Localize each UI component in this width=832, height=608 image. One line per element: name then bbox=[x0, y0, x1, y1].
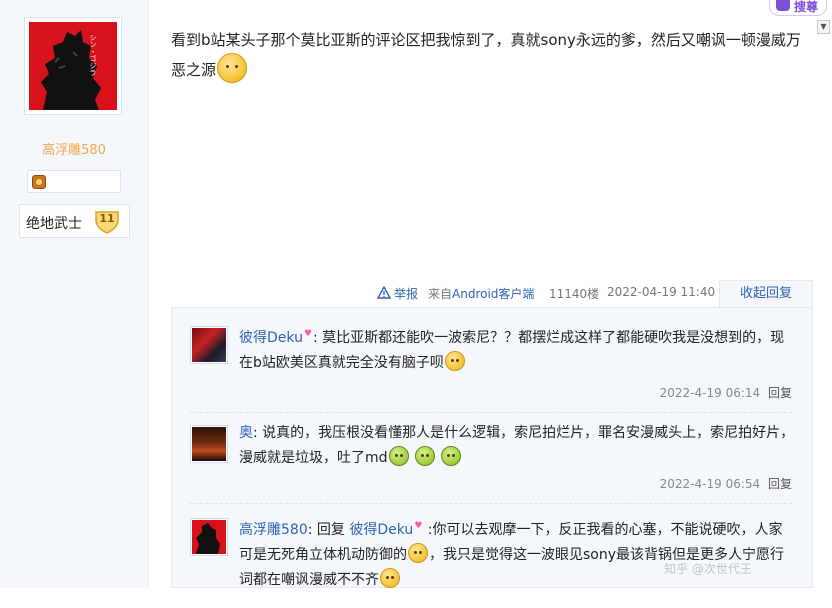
avatar-image: シン・ゴジラ bbox=[29, 22, 117, 110]
grin-emoji-icon bbox=[408, 543, 428, 563]
avatar-image bbox=[192, 427, 226, 461]
reply-avatar[interactable] bbox=[190, 326, 228, 364]
author-badge-strip bbox=[27, 170, 121, 193]
reply-username[interactable]: 奥 bbox=[239, 425, 253, 441]
level-number: 11 bbox=[99, 212, 115, 225]
reply-meta: 2022-4-19 06:54 回复 bbox=[660, 475, 792, 492]
reply-content: 高浮雕580: 回复 彼得Deku♥ :你可以去观摩一下，反正我看的心塞，不能说… bbox=[239, 514, 795, 593]
avatar-image bbox=[192, 520, 226, 554]
level-badge-icon: 11 bbox=[94, 208, 122, 234]
author-sidebar: シン・ゴジラ 高浮雕580 绝地武士 11 bbox=[0, 0, 149, 588]
heart-icon: ♥ bbox=[414, 521, 423, 531]
reply-username[interactable]: 高浮雕580 bbox=[239, 522, 308, 538]
level-title: 绝地武士 bbox=[26, 216, 82, 232]
nausea-emoji-icon bbox=[441, 446, 462, 466]
reply-time: 2022-4-19 06:14 bbox=[659, 386, 761, 400]
report-link[interactable]: 举报 bbox=[394, 285, 418, 302]
reply-to-username[interactable]: 彼得Deku bbox=[349, 522, 413, 538]
reply-content: 彼得Deku♥: 莫比亚斯都还能吹一波索尼？？都摆烂成这样了都能硬吹我是没想到的… bbox=[239, 322, 795, 376]
author-username[interactable]: 高浮雕580 bbox=[0, 139, 148, 158]
reply-to-prefix: 回复 bbox=[316, 522, 345, 538]
nausea-emoji-icon bbox=[388, 446, 409, 466]
scroll-down-arrow[interactable]: ▼ bbox=[817, 20, 830, 34]
reply-avatar[interactable] bbox=[190, 518, 228, 556]
sogou-label: 搜尊 bbox=[794, 0, 819, 14]
smirk-emoji-icon bbox=[444, 351, 465, 371]
medal-icon[interactable] bbox=[32, 175, 46, 189]
reply-username[interactable]: 彼得Deku bbox=[239, 330, 303, 346]
warning-icon[interactable] bbox=[377, 286, 391, 299]
author-level[interactable]: 绝地武士 11 bbox=[19, 204, 130, 238]
reply-text: 说真的，我压根没看懂那人是什么逻辑，索尼拍烂片，罪名安漫威头上，索尼拍好片，漫威… bbox=[239, 425, 795, 466]
nausea-emoji-icon bbox=[414, 446, 435, 466]
svg-text:シン・ゴジラ: シン・ゴジラ bbox=[89, 34, 97, 76]
blush-emoji-icon bbox=[217, 53, 248, 83]
reply-meta: 2022-4-19 06:14 回复 bbox=[660, 384, 792, 401]
post-source: 来自Android客户端 bbox=[428, 285, 534, 302]
collapse-replies-button[interactable]: 收起回复 bbox=[719, 280, 813, 308]
android-client-link[interactable]: Android客户端 bbox=[452, 287, 534, 301]
sogou-search-widget[interactable]: 搜尊 bbox=[769, 0, 827, 16]
reply-time: 2022-4-19 06:54 bbox=[659, 477, 761, 491]
sweat-emoji-icon bbox=[380, 568, 400, 588]
post-content: 看到b站某头子那个莫比亚斯的评论区把我惊到了，真就sony永远的爹，然后又嘲讽一… bbox=[171, 27, 811, 83]
heart-icon: ♥ bbox=[303, 329, 313, 339]
reply-text: 莫比亚斯都还能吹一波索尼？？都摆烂成这样了都能硬吹我是没想到的，现在b站欧美区真… bbox=[239, 330, 785, 371]
author-avatar[interactable]: シン・ゴジラ bbox=[24, 17, 122, 115]
list-item: 彼得Deku♥: 莫比亚斯都还能吹一波索尼？？都摆烂成这样了都能硬吹我是没想到的… bbox=[190, 326, 792, 413]
reply-list: 彼得Deku♥: 莫比亚斯都还能吹一波索尼？？都摆烂成这样了都能硬吹我是没想到的… bbox=[171, 307, 813, 588]
reply-avatar[interactable] bbox=[190, 425, 228, 463]
post-time: 2022-04-19 11:40 bbox=[607, 285, 716, 299]
reply-content: 奥: 说真的，我压根没看懂那人是什么逻辑，索尼拍烂片，罪名安漫威头上，索尼拍好片… bbox=[239, 425, 795, 466]
reply-button[interactable]: 回复 bbox=[768, 477, 792, 491]
reply-button[interactable]: 回复 bbox=[768, 386, 792, 400]
list-item: 奥: 说真的，我压根没看懂那人是什么逻辑，索尼拍烂片，罪名安漫威头上，索尼拍好片… bbox=[190, 425, 794, 504]
post-text: 看到b站某头子那个莫比亚斯的评论区把我惊到了，真就sony永远的爹，然后又嘲讽一… bbox=[171, 31, 801, 79]
paw-icon bbox=[776, 0, 790, 11]
watermark: 知乎 @次世代王 bbox=[664, 562, 752, 576]
from-label: 来自 bbox=[428, 287, 453, 301]
floor-number: 11140楼 bbox=[549, 287, 600, 301]
avatar-image bbox=[192, 328, 226, 362]
